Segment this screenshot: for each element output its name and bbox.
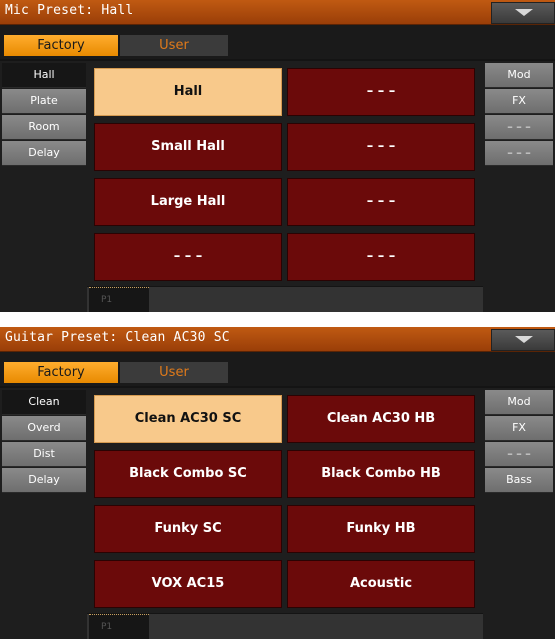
preset-button[interactable]: – – –	[94, 233, 282, 281]
preset-button[interactable]: Funky HB	[287, 505, 475, 553]
preset-button[interactable]: – – –	[287, 233, 475, 281]
section-tab-fx[interactable]: FX	[485, 89, 553, 114]
category-tab-room[interactable]: Room	[2, 115, 86, 140]
preset-button[interactable]: Clean AC30 SC	[94, 395, 282, 443]
guitar-preset-panel: Guitar Preset: Clean AC30 SC Factory Use…	[0, 327, 555, 639]
category-tab-delay[interactable]: Delay	[2, 468, 86, 493]
section-tab-empty[interactable]: – – –	[485, 141, 553, 166]
section-tab-fx[interactable]: FX	[485, 416, 553, 441]
tab-factory[interactable]: Factory	[4, 362, 118, 383]
preset-button[interactable]: Large Hall	[94, 178, 282, 226]
category-tab-plate[interactable]: Plate	[2, 89, 86, 114]
category-tab-hall[interactable]: Hall	[2, 63, 86, 88]
chevron-down-icon	[515, 336, 533, 343]
preset-grid: Hall – – – Small Hall – – – Large Hall –…	[87, 61, 483, 286]
tab-strip: Factory User	[0, 25, 555, 59]
preset-button[interactable]: Black Combo SC	[94, 450, 282, 498]
preset-grid: Clean AC30 SC Clean AC30 HB Black Combo …	[87, 388, 483, 613]
tab-factory[interactable]: Factory	[4, 35, 118, 56]
mic-preset-panel: Mic Preset: Hall Factory User Hall Plate…	[0, 0, 555, 312]
page-menu-button[interactable]	[491, 2, 555, 24]
tab-strip: Factory User	[0, 352, 555, 386]
section-tab-mod[interactable]: Mod	[485, 63, 553, 88]
category-tabs: Hall Plate Room Delay	[0, 61, 87, 312]
tab-user[interactable]: User	[120, 362, 228, 383]
preset-button[interactable]: Small Hall	[94, 123, 282, 171]
preset-button[interactable]: – – –	[287, 68, 475, 116]
preset-button[interactable]: Black Combo HB	[287, 450, 475, 498]
preset-button[interactable]: VOX AC15	[94, 560, 282, 608]
category-tab-delay[interactable]: Delay	[2, 141, 86, 166]
page-bar: P1	[87, 614, 483, 639]
chevron-down-icon	[515, 9, 533, 16]
section-tab-empty[interactable]: – – –	[485, 115, 553, 140]
section-tabs: Mod FX – – – – – –	[483, 61, 555, 312]
title-bar: Guitar Preset: Clean AC30 SC	[0, 327, 555, 352]
section-tab-mod[interactable]: Mod	[485, 390, 553, 415]
category-tab-clean[interactable]: Clean	[2, 390, 86, 415]
preset-button[interactable]: Funky SC	[94, 505, 282, 553]
category-tab-overd[interactable]: Overd	[2, 416, 86, 441]
page-button-p1[interactable]: P1	[89, 614, 149, 639]
preset-button[interactable]: Clean AC30 HB	[287, 395, 475, 443]
preset-button[interactable]: Acoustic	[287, 560, 475, 608]
tab-user[interactable]: User	[120, 35, 228, 56]
title-bar: Mic Preset: Hall	[0, 0, 555, 25]
category-tab-dist[interactable]: Dist	[2, 442, 86, 467]
preset-button[interactable]: – – –	[287, 123, 475, 171]
section-tabs: Mod FX – – – Bass	[483, 388, 555, 639]
preset-button[interactable]: – – –	[287, 178, 475, 226]
page-bar: P1	[87, 287, 483, 312]
category-tabs: Clean Overd Dist Delay	[0, 388, 87, 639]
page-button-p1[interactable]: P1	[89, 287, 149, 312]
page-menu-button[interactable]	[491, 329, 555, 351]
preset-button[interactable]: Hall	[94, 68, 282, 116]
page-title: Guitar Preset: Clean AC30 SC	[5, 330, 230, 345]
section-tab-empty[interactable]: – – –	[485, 442, 553, 467]
page-title: Mic Preset: Hall	[5, 3, 134, 18]
section-tab-bass[interactable]: Bass	[485, 468, 553, 493]
